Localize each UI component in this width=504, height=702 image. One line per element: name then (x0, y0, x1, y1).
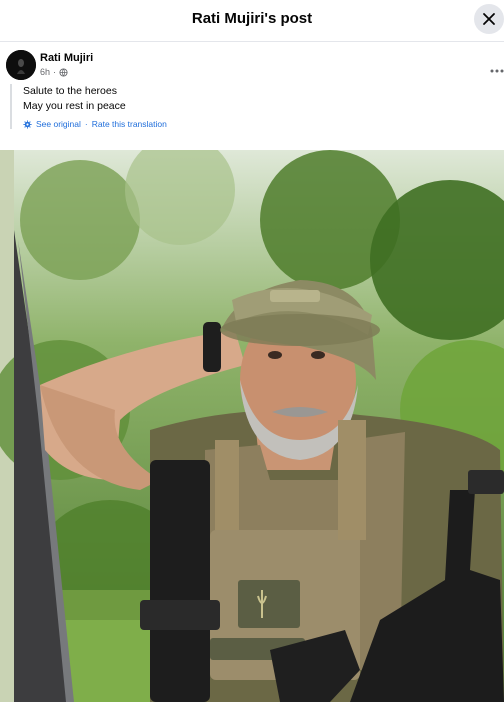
more-options-button[interactable] (490, 60, 504, 76)
more-options-icon (490, 69, 504, 73)
close-icon (483, 13, 495, 25)
post-photo[interactable] (0, 150, 504, 702)
avatar-image (6, 50, 36, 80)
page-title: Rati Mujiri's post (191, 10, 313, 27)
gear-icon (23, 119, 32, 129)
close-button[interactable] (474, 4, 504, 34)
post-text-line: May you rest in peace (23, 100, 126, 112)
soldier-photo (0, 150, 504, 702)
post-text: Salute to the heroes May you rest in pea… (10, 84, 410, 129)
globe-icon[interactable] (59, 67, 68, 77)
post-text-line: Salute to the heroes (23, 85, 117, 97)
translation-bar: See original · Rate this translation (23, 119, 410, 129)
see-original-link[interactable]: See original (36, 119, 81, 129)
avatar[interactable] (6, 50, 36, 80)
post-header: Rati Mujiri's post (0, 0, 504, 42)
rate-translation-link[interactable]: Rate this translation (92, 119, 167, 129)
post-timestamp[interactable]: 6h (40, 67, 50, 77)
post-author-row: Rati Mujiri 6h · (6, 50, 486, 82)
post-meta: 6h · (40, 67, 68, 77)
translation-separator: · (84, 119, 88, 129)
author-name[interactable]: Rati Mujiri (40, 52, 93, 64)
